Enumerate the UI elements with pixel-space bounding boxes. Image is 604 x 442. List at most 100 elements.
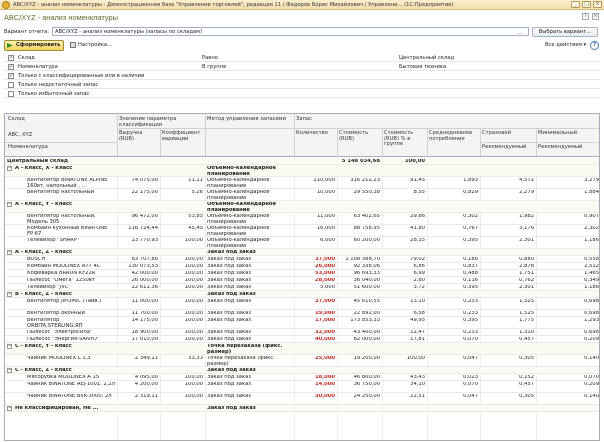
row-name: Комбайн MOULINEX A77 4С bbox=[27, 264, 101, 269]
filter-value[interactable]: Центральный склад bbox=[399, 55, 454, 61]
collapse-toggle-icon[interactable]: − bbox=[7, 406, 12, 411]
table-row[interactable]: Пылесос "Омега" 1250вт 26 000,00 100,00 Зак… bbox=[5, 277, 599, 284]
minimize-button[interactable]: _ bbox=[571, 1, 580, 8]
grid-header: Склад ABC, XYZ Номенклатура Значение пар… bbox=[5, 114, 599, 157]
cell-min: 0,140 bbox=[584, 356, 599, 361]
row-name: Мясорубка MOULINEX A 15 bbox=[27, 375, 100, 380]
cell-strah: 0,880 bbox=[519, 257, 534, 262]
collapse-toggle-icon[interactable]: − bbox=[7, 344, 12, 349]
table-row[interactable]: Вентилятор BINATONE ALPINE 160вт, наполь… bbox=[5, 177, 599, 189]
col-min-rek: Рекомендуемый bbox=[538, 144, 583, 150]
report-grid[interactable]: Склад ABC, XYZ Номенклатура Значение пар… bbox=[4, 113, 600, 441]
col-sklad: Склад bbox=[8, 116, 25, 122]
table-row[interactable]: Чайник MOULINEX L 1,3 2 349,11 33,33 Точка … bbox=[5, 355, 599, 367]
cell-min: 1,186 bbox=[584, 238, 599, 243]
cell-stoim: 22 892,00 bbox=[353, 311, 380, 316]
filter-checkbox[interactable] bbox=[8, 91, 14, 97]
table-row[interactable]: Чайник BINATONE BVK-3000, 2л 2 319,11 100,… bbox=[5, 393, 599, 405]
collapse-toggle-icon[interactable]: − bbox=[7, 202, 12, 207]
cell-koef: 100,00 bbox=[184, 285, 203, 290]
table-row[interactable]: Телевизор "JVC" 22 611,36 100,00 Заказ под … bbox=[5, 284, 599, 291]
table-row[interactable]: Пылесос "Электросила" 18 900,00 100,00 Зака… bbox=[5, 329, 599, 336]
cell-stoim: 19 200,00 bbox=[353, 356, 380, 361]
table-row[interactable]: Чайник BINATONE AEJ-1001, 2,2л 4 200,00 10… bbox=[5, 381, 599, 393]
cell-sred: 0,395 bbox=[463, 318, 478, 323]
filter-checkbox[interactable] bbox=[8, 82, 14, 88]
close-button[interactable]: × bbox=[593, 1, 602, 8]
filter-checkbox[interactable]: ✓ bbox=[8, 64, 14, 70]
choose-variant-button[interactable]: Выбрать вариант... bbox=[532, 27, 598, 37]
table-row[interactable]: Мясорубка MOULINEX A 15 4 095,00 100,00 Зак… bbox=[5, 374, 599, 381]
cell-kolvo: 32,000 bbox=[314, 330, 335, 335]
group-method: Заказ под заказ bbox=[207, 406, 256, 411]
filter-condition[interactable]: Равно bbox=[202, 55, 218, 61]
cell-method: Заказ под заказ bbox=[207, 394, 252, 399]
cell-sred: 0,233 bbox=[463, 330, 478, 335]
cell-sred: 0,047 bbox=[463, 394, 478, 399]
filter-row[interactable]: Только недостаточный запас bbox=[4, 81, 600, 89]
cell-stoim: 173 853,33 bbox=[350, 318, 380, 323]
table-row[interactable]: Вентилятор оконный 11 700,00 100,00 Заказ п… bbox=[5, 310, 599, 317]
total-row[interactable]: Центральный склад 5 148 034,68 100,00 bbox=[5, 158, 599, 165]
cell-method: Заказ под заказ bbox=[207, 330, 252, 335]
cell-koef: 100,00 bbox=[184, 238, 203, 243]
table-row[interactable]: Вентилятор настольный, Модель 305 96 472,… bbox=[5, 213, 599, 225]
filter-checkbox[interactable]: ✓ bbox=[8, 55, 14, 61]
table-row[interactable]: BOSCH 83 707,86 100,00 Заказ под заказ 37,00… bbox=[5, 256, 599, 263]
filter-checkbox[interactable]: ✓ bbox=[8, 73, 14, 79]
table-row[interactable]: Кофеварка BRAUN KF22R 42 000,00 100,00 Зака… bbox=[5, 270, 599, 277]
generate-button[interactable]: Сформировать bbox=[4, 40, 64, 51]
cell-koef: 45,45 bbox=[188, 226, 203, 231]
cell-koef: 5,26 bbox=[191, 190, 203, 195]
maximize-button[interactable]: □ bbox=[582, 1, 591, 8]
cell-method: Заказ под заказ bbox=[207, 264, 252, 269]
cell-stoim-pct: 8,55 bbox=[413, 190, 425, 195]
help-icon[interactable]: ? bbox=[582, 13, 589, 20]
collapse-toggle-icon[interactable]: − bbox=[7, 250, 12, 255]
help-button[interactable]: ? bbox=[590, 41, 599, 50]
collapse-toggle-icon[interactable]: − bbox=[7, 166, 12, 171]
table-row[interactable]: Комбайн кухонный BINATONE FP 67 116 724,4… bbox=[5, 225, 599, 237]
cell-vyruchka: 11 700,00 bbox=[131, 311, 158, 316]
cell-vyruchka: 26 000,00 bbox=[131, 278, 158, 283]
filter-row[interactable]: ✓ Только с классифицированные или в налич… bbox=[4, 72, 600, 80]
settings-button-label: Настройка... bbox=[78, 42, 113, 48]
cell-method: Объемно-календарное планирование bbox=[207, 226, 270, 237]
table-row[interactable]: Вентилятор настольный 22 175,00 5,26 Объемн… bbox=[5, 189, 599, 201]
collapse-toggle-icon[interactable]: − bbox=[7, 292, 12, 297]
table-row[interactable]: Комбайн MOULINEX A77 4С 130 073,53 100,00 З… bbox=[5, 263, 599, 270]
col-koef: Коэффициент вариации bbox=[162, 130, 201, 142]
settings-button[interactable]: Настройка... bbox=[70, 42, 112, 48]
filter-value[interactable]: Бытовая техника bbox=[399, 64, 446, 70]
filter-condition[interactable]: В группе bbox=[202, 64, 226, 70]
group-row[interactable]: − C - класс, Y - класс Точка перезаказа (ф… bbox=[5, 343, 599, 355]
cell-stoim-pct: 100,00 bbox=[406, 356, 425, 361]
variant-select-button[interactable]: ... bbox=[512, 29, 528, 35]
filter-row[interactable]: Только избыточный запас bbox=[4, 90, 600, 98]
cell-koef: 100,00 bbox=[184, 382, 203, 387]
col-kolvo: Количество bbox=[296, 130, 328, 136]
cell-stoim: 62 000,00 bbox=[353, 337, 380, 342]
table-row[interactable]: Вентилятор ORBITA,STERLING,ЯП 14 175,00 10… bbox=[5, 317, 599, 329]
group-row[interactable]: − A - класс, Z - класс Заказ под заказ bbox=[5, 249, 599, 256]
row-name: BOSCH bbox=[27, 257, 46, 262]
group-row[interactable]: − A - класс, Y - класс Объемно-календарное… bbox=[5, 201, 599, 213]
close-icon[interactable]: × bbox=[592, 13, 599, 20]
table-row[interactable]: Вентилятор JIPOMIC (Тайв.) 11 000,00 100,0… bbox=[5, 298, 599, 310]
group-row[interactable]: − Не классифицирован, Не ... Заказ под зак… bbox=[5, 405, 599, 412]
variant-field[interactable]: ABC/XYZ - анализ номенклатуры (запасы по… bbox=[52, 27, 529, 36]
group-row[interactable]: − C - класс, Z - класс Заказ под заказ bbox=[5, 367, 599, 374]
collapse-toggle-icon[interactable]: − bbox=[7, 368, 12, 373]
all-actions-menu[interactable]: Все действия ▾ bbox=[545, 42, 586, 48]
cell-stoim: 43 400,00 bbox=[353, 330, 380, 335]
cell-stoim: 88 758,95 bbox=[353, 226, 380, 231]
cell-sred: 0,070 bbox=[463, 337, 478, 342]
table-row[interactable]: Пылесос "Энергия-SANYO" 17 010,00 100,00 За… bbox=[5, 336, 599, 343]
table-row[interactable]: Телевизор "SHARP" 23 770,93 100,00 Объемно-… bbox=[5, 237, 599, 249]
cell-strah: 2,878 bbox=[519, 264, 534, 269]
filter-row[interactable]: ✓ Номенклатура В группе Бытовая техника bbox=[4, 63, 600, 71]
group-row[interactable]: − A - класс, X - класс Объемно-календарное… bbox=[5, 165, 599, 177]
page-title: ABC/XYZ - анализ номенклатуры bbox=[4, 13, 118, 22]
filter-row[interactable]: ✓ Склад Равно Центральный склад bbox=[4, 54, 600, 62]
group-row[interactable]: − B - класс, Z - класс Заказ под заказ bbox=[5, 291, 599, 298]
